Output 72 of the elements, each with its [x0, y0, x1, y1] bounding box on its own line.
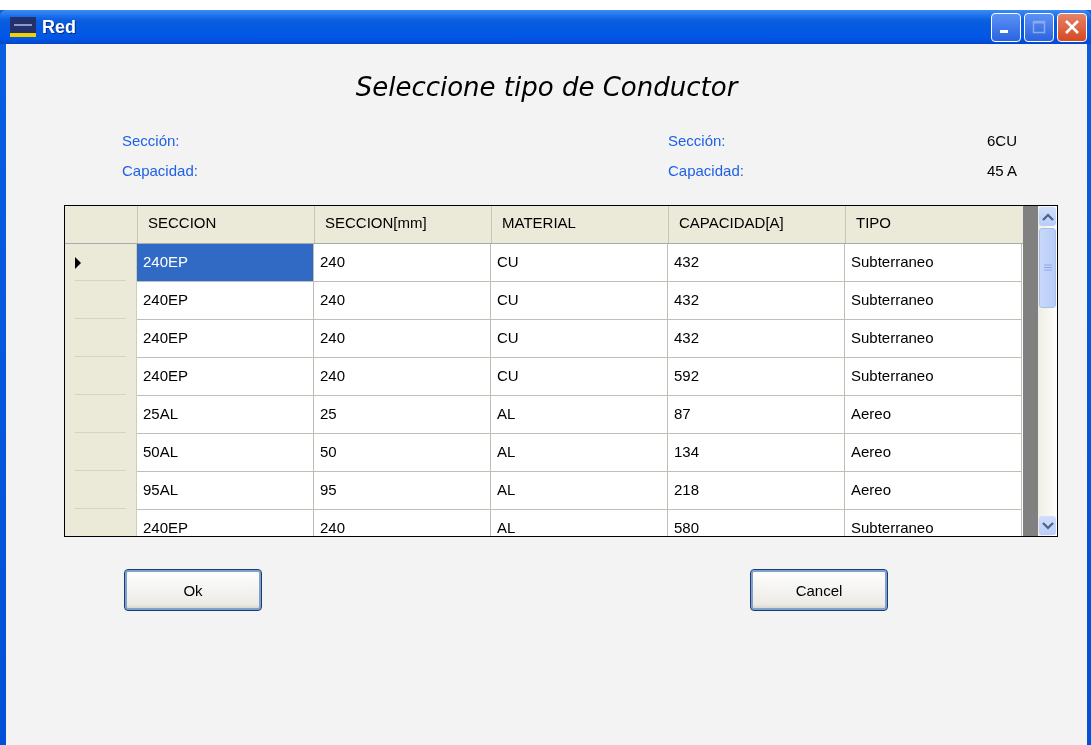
column-header[interactable]: TIPO — [845, 206, 1022, 243]
table-cell: 240EP — [137, 244, 314, 282]
column-header[interactable]: SECCION — [137, 206, 314, 243]
minimize-icon — [1000, 30, 1008, 33]
table-cell: Aereo — [845, 472, 1022, 510]
current-row-icon — [75, 257, 81, 269]
table-cell: 50AL — [137, 434, 314, 472]
table-cell: 50 — [314, 434, 491, 472]
table-cell: AL — [491, 396, 668, 434]
column-header[interactable]: CAPACIDAD[A] — [668, 206, 845, 243]
close-icon — [1064, 19, 1080, 35]
field-value: 45 A — [986, 162, 1017, 179]
scrollbar[interactable] — [1038, 206, 1057, 536]
table-cell: 240EP — [137, 358, 314, 396]
row-header[interactable] — [65, 244, 137, 282]
table-cell: Subterraneo — [845, 358, 1022, 396]
row-header[interactable] — [65, 358, 137, 396]
table-cell: 134 — [668, 434, 845, 472]
row-header[interactable] — [65, 320, 137, 358]
table-cell: Subterraneo — [845, 320, 1022, 358]
field-value: 6CU — [987, 132, 1017, 149]
table-cell: Aereo — [845, 434, 1022, 472]
table-cell: 592 — [668, 358, 845, 396]
row-header[interactable] — [65, 282, 137, 320]
table-cell: 432 — [668, 244, 845, 282]
table-cell: 25 — [314, 396, 491, 434]
table-cell: 95AL — [137, 472, 314, 510]
table-cell: AL — [491, 434, 668, 472]
table-cell: 240 — [314, 320, 491, 358]
table-cell: 240 — [314, 282, 491, 320]
table-cell: 25AL — [137, 396, 314, 434]
dialog-button[interactable]: Cancel — [750, 569, 888, 611]
table-cell: CU — [491, 244, 668, 282]
table-cell: 432 — [668, 282, 845, 320]
table-cell: AL — [491, 472, 668, 510]
column-header[interactable]: SECCION[mm] — [314, 206, 491, 243]
table-cell: 218 — [668, 472, 845, 510]
row-header[interactable] — [65, 434, 137, 472]
maximize-icon — [1032, 20, 1046, 34]
table-cell: 240 — [314, 358, 491, 396]
table-cell: CU — [491, 282, 668, 320]
dialog-button[interactable]: Ok — [124, 569, 262, 611]
maximize-button[interactable] — [1024, 12, 1054, 42]
field-label: Capacidad: — [122, 162, 199, 179]
scroll-down-button[interactable] — [1039, 516, 1056, 535]
app-icon — [10, 17, 36, 37]
grip-icon — [1042, 264, 1053, 272]
table-cell: 240 — [314, 244, 491, 282]
close-button[interactable] — [1057, 12, 1087, 42]
table-cell: CU — [491, 358, 668, 396]
field-label: Sección: — [668, 132, 726, 149]
field-label: Sección: — [122, 132, 181, 149]
window-title: Red — [42, 16, 76, 38]
table-cell: 95 — [314, 472, 491, 510]
table-cell: 240EP — [137, 282, 314, 320]
table-cell: Subterraneo — [845, 282, 1022, 320]
table-cell: CU — [491, 320, 668, 358]
row-header[interactable] — [65, 472, 137, 510]
caret-down-icon — [1041, 521, 1054, 530]
table-cell: Aereo — [845, 396, 1022, 434]
table-cell: 87 — [668, 396, 845, 434]
scroll-up-button[interactable] — [1039, 207, 1056, 226]
field-label: Capacidad: — [668, 162, 744, 179]
row-header[interactable] — [65, 396, 137, 434]
table-cell: 432 — [668, 320, 845, 358]
minimize-button[interactable] — [991, 12, 1021, 42]
dialog-heading: Seleccione tipo de Conductor — [354, 72, 740, 102]
column-header[interactable]: MATERIAL — [491, 206, 668, 243]
table-cell: Subterraneo — [845, 244, 1022, 282]
scroll-thumb[interactable] — [1039, 228, 1056, 308]
caret-up-icon — [1041, 212, 1054, 221]
table-cell: 240EP — [137, 320, 314, 358]
